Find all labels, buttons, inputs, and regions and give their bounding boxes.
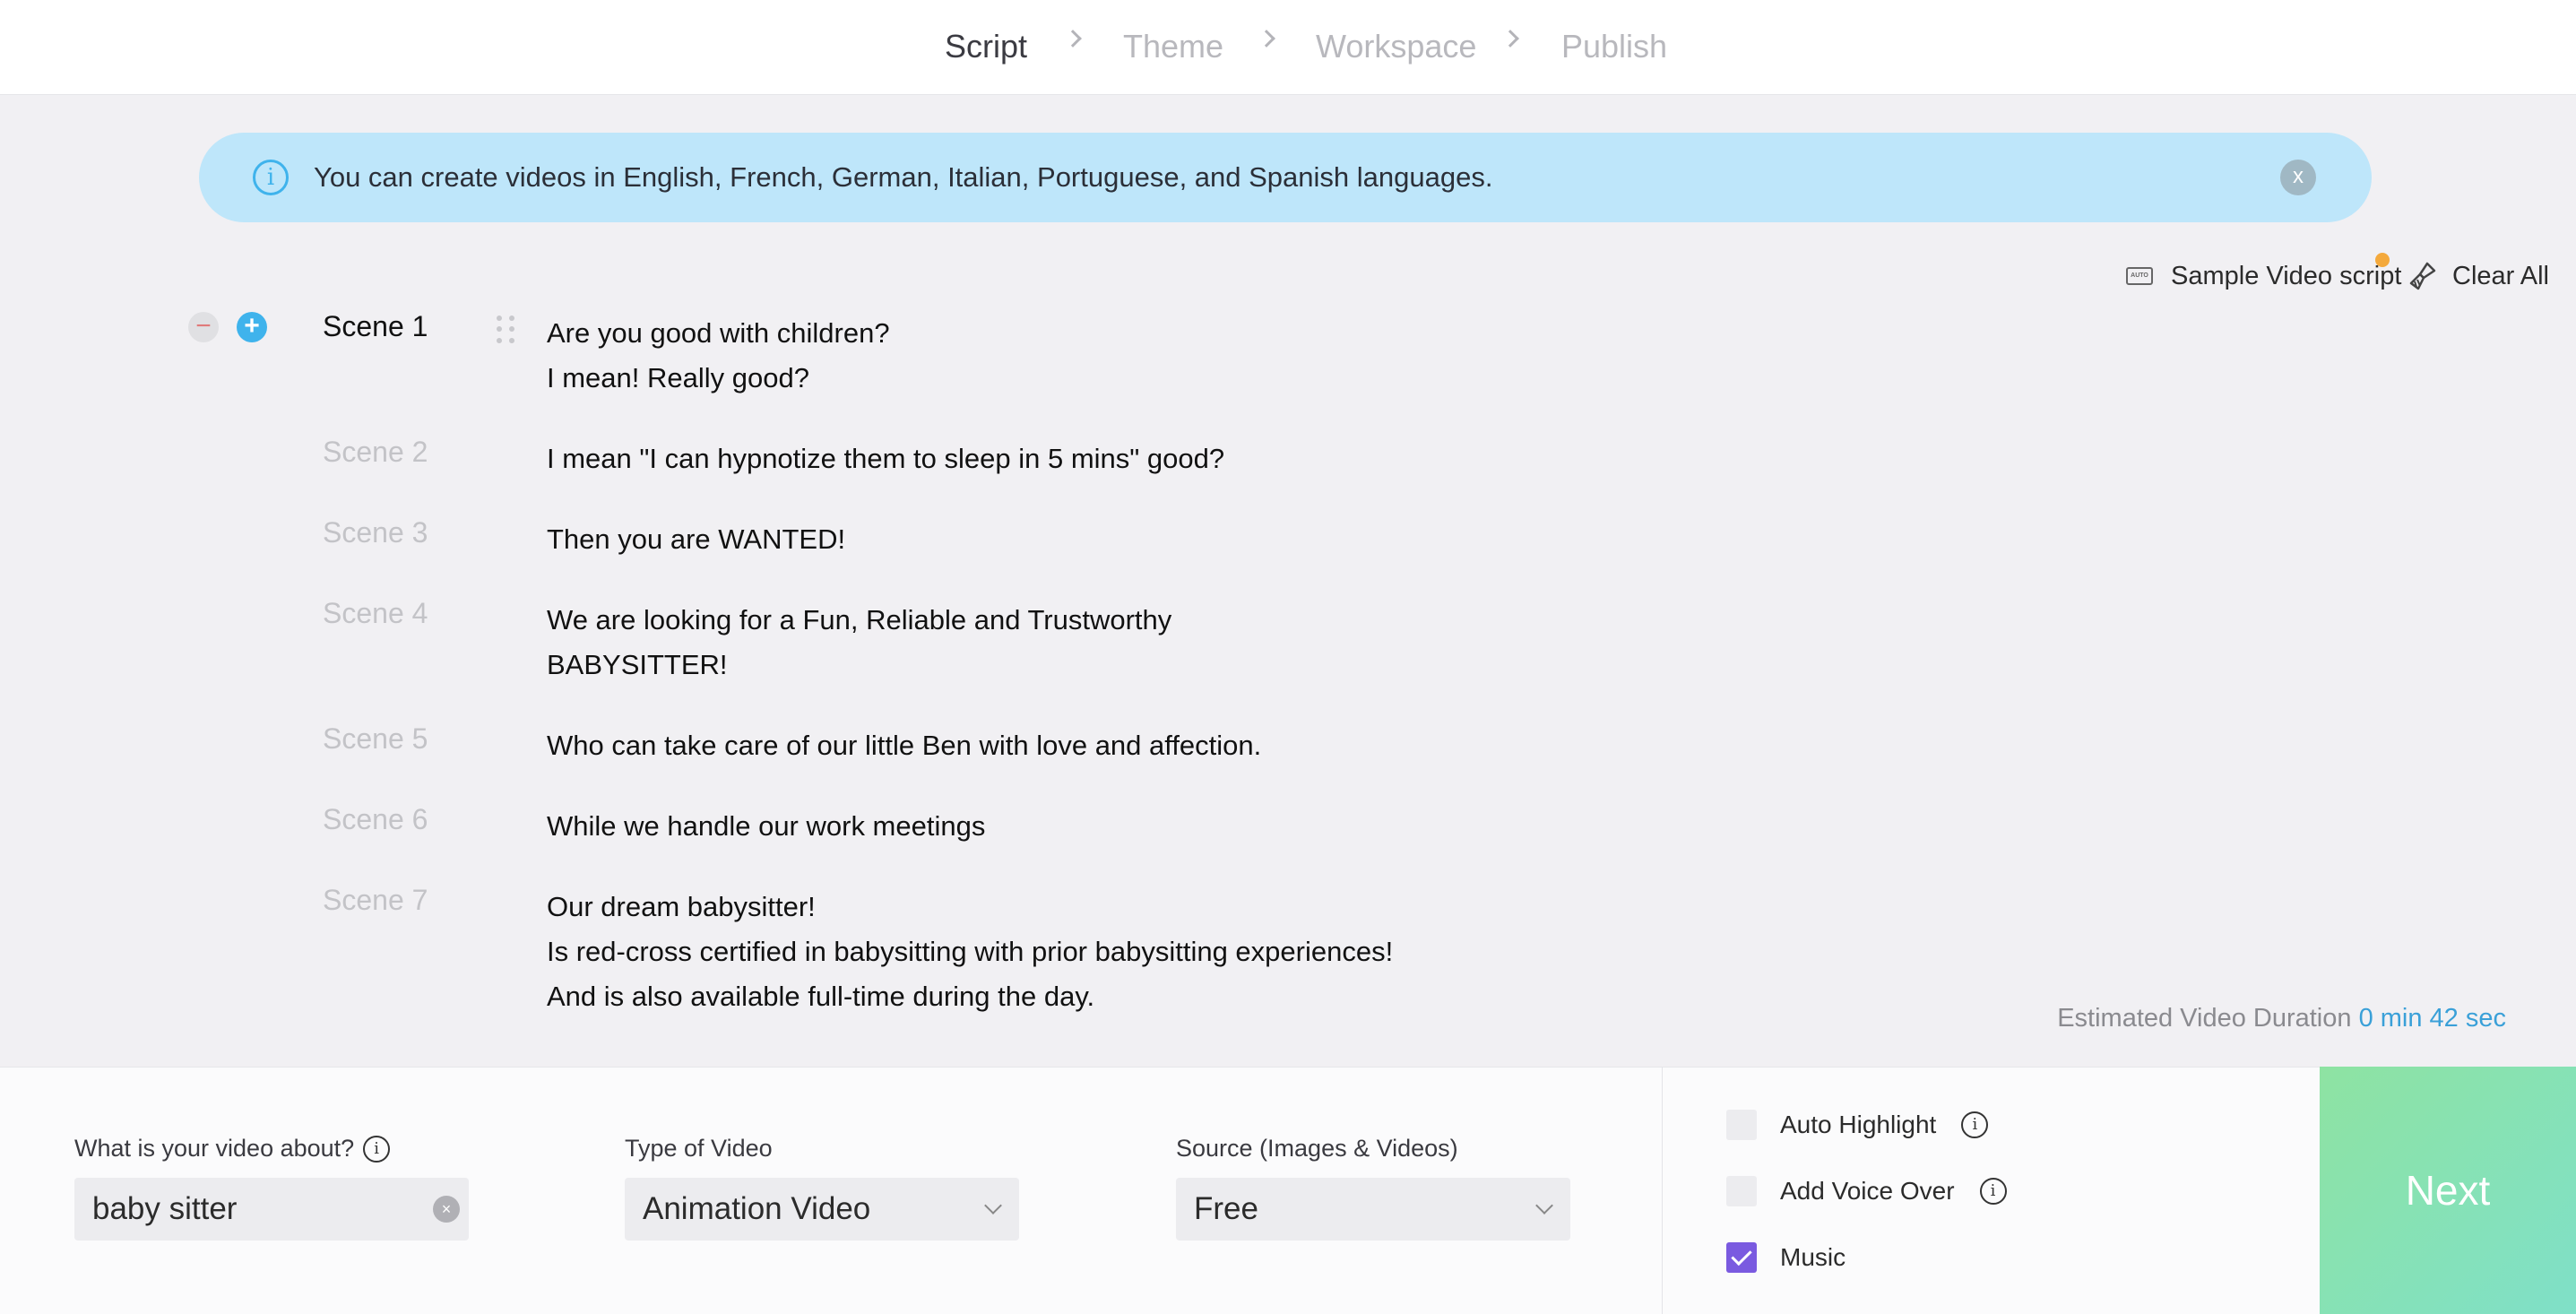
next-button[interactable]: Next (2320, 1067, 2576, 1314)
chevron-down-icon (1535, 1197, 1553, 1215)
chevron-down-icon (984, 1197, 1002, 1215)
step-navigation: Script Theme Workspace Publish (0, 0, 2576, 95)
auto-script-icon: AUTO (2126, 267, 2153, 285)
scene-label[interactable]: Scene 6 (323, 800, 428, 839)
step-theme[interactable]: Theme (1123, 25, 1223, 68)
clear-all-button[interactable]: Clear All (2409, 258, 2549, 294)
scene-text[interactable]: I mean "I can hypnotize them to sleep in… (547, 437, 1224, 481)
scene-label[interactable]: Scene 4 (323, 593, 428, 633)
scene-text[interactable]: Our dream babysitter! Is red-cross certi… (547, 885, 1393, 1019)
estimated-duration-label: Estimated Video Duration (2057, 1004, 2352, 1033)
chevron-right-icon (1501, 30, 1519, 48)
music-label: Music (1780, 1243, 1846, 1271)
clear-input-icon[interactable]: × (433, 1196, 460, 1223)
add-scene-button[interactable]: + (237, 312, 267, 342)
video-about-label: What is your video about? i (74, 1135, 391, 1163)
voice-over-label: Add Voice Over (1780, 1177, 1955, 1205)
auto-highlight-option[interactable]: Auto Highlight i (1726, 1109, 1989, 1141)
chevron-right-icon (1258, 30, 1275, 48)
info-icon[interactable]: i (1961, 1111, 1989, 1138)
video-type-label: Type of Video (625, 1135, 773, 1162)
voice-over-option[interactable]: Add Voice Over i (1726, 1175, 2007, 1207)
scene-text[interactable]: While we handle our work meetings (547, 804, 985, 849)
music-checkbox[interactable] (1726, 1242, 1757, 1273)
info-icon[interactable]: i (1979, 1178, 2007, 1205)
music-option[interactable]: Music (1726, 1241, 1846, 1274)
banner-message: You can create videos in English, French… (314, 161, 1493, 193)
source-value: Free (1194, 1191, 1258, 1226)
scene-text[interactable]: We are looking for a Fun, Reliable and T… (547, 598, 1171, 687)
scene-label[interactable]: Scene 5 (323, 719, 428, 758)
info-icon: i (253, 160, 289, 195)
step-publish[interactable]: Publish (1561, 25, 1667, 68)
scene-label[interactable]: Scene 7 (323, 880, 428, 920)
remove-scene-button[interactable]: − (188, 312, 219, 342)
video-type-select[interactable]: Animation Video (625, 1178, 1019, 1241)
drag-handle-icon[interactable] (497, 316, 516, 344)
source-label: Source (Images & Videos) (1176, 1135, 1458, 1162)
divider (1662, 1067, 1663, 1314)
sample-video-script-label: Sample Video script (2171, 261, 2402, 290)
scene-text[interactable]: Are you good with children? I mean! Real… (547, 311, 890, 401)
video-type-value: Animation Video (643, 1191, 871, 1226)
estimated-duration: Estimated Video Duration 0 min 42 sec (2057, 1004, 2506, 1033)
video-about-input[interactable]: baby sitter × (74, 1178, 469, 1241)
brush-icon (2409, 262, 2436, 290)
scene-label[interactable]: Scene 3 (323, 513, 428, 552)
voice-over-checkbox[interactable] (1726, 1176, 1757, 1206)
source-select[interactable]: Free (1176, 1178, 1570, 1241)
clear-all-label: Clear All (2452, 261, 2549, 290)
step-workspace[interactable]: Workspace (1316, 25, 1476, 68)
scene-label[interactable]: Scene 2 (323, 432, 428, 471)
auto-highlight-label: Auto Highlight (1780, 1111, 1937, 1138)
auto-highlight-checkbox[interactable] (1726, 1110, 1757, 1140)
banner-close-button[interactable]: x (2280, 160, 2316, 195)
scene-text[interactable]: Then you are WANTED! (547, 517, 845, 562)
sample-video-script-button[interactable]: AUTO Sample Video script (2126, 258, 2401, 294)
video-about-value: baby sitter (92, 1191, 238, 1226)
notification-dot (2375, 253, 2390, 267)
info-icon[interactable]: i (363, 1135, 391, 1163)
language-info-banner: i You can create videos in English, Fren… (199, 133, 2372, 222)
scene-label[interactable]: Scene 1 (323, 307, 428, 346)
scene-text[interactable]: Who can take care of our little Ben with… (547, 723, 1261, 768)
step-script[interactable]: Script (945, 25, 1027, 68)
chevron-right-icon (1064, 30, 1082, 48)
video-about-label-text: What is your video about? (74, 1135, 355, 1162)
estimated-duration-value: 0 min 42 sec (2358, 1004, 2506, 1033)
